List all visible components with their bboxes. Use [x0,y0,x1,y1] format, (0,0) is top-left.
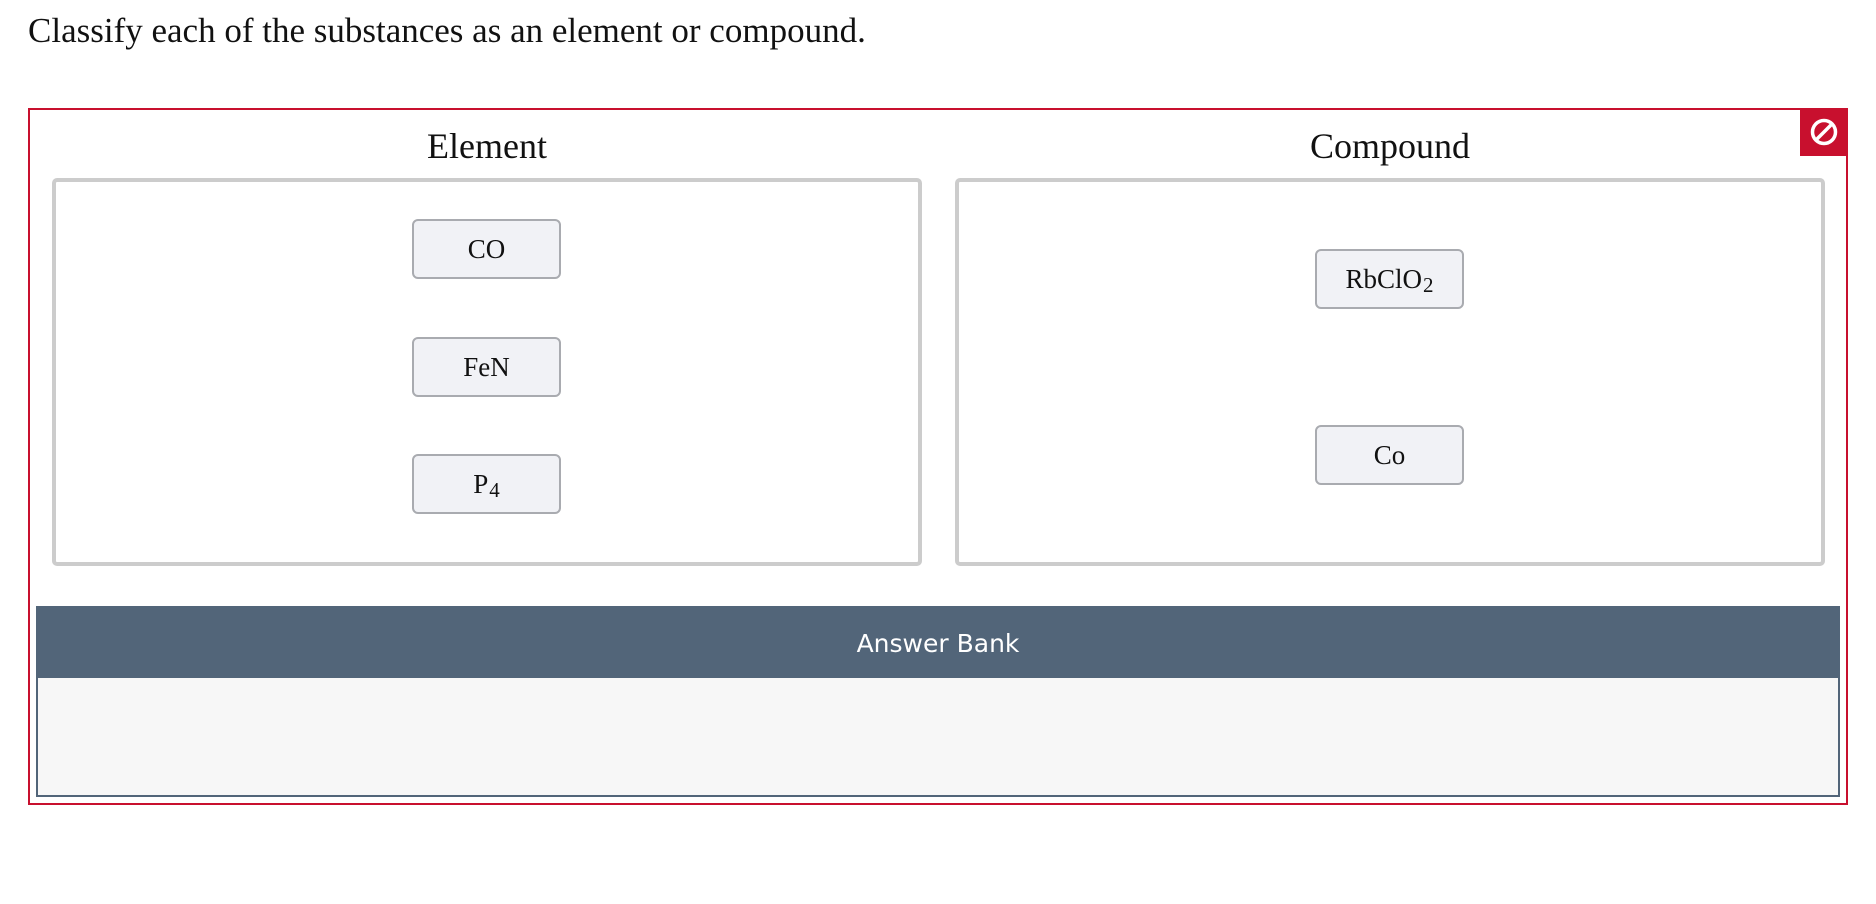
compound-column-title: Compound [1309,126,1470,166]
tile-formula: CO [467,233,506,264]
draggable-tile-rbclo2[interactable]: RbClO 2 [1315,249,1464,309]
answer-bank-drop-zone[interactable] [38,678,1838,795]
compound-drop-zone[interactable]: RbClO 2 Co [955,178,1825,566]
draggable-tile-p4[interactable]: P4 [412,454,561,514]
answer-bank-header: Answer Bank [38,608,1838,678]
draggable-tile-co-cobalt[interactable]: Co [1315,425,1464,485]
tile-subscript: 2 [1423,272,1434,297]
tile-formula: P [473,468,489,499]
draggable-tile-fen[interactable]: FeN [412,337,561,397]
question-prompt: Classify each of the substances as an el… [28,11,866,50]
tile-formula: Co [1373,439,1406,470]
element-column-title: Element [427,126,547,166]
sorting-container: Element Compound CO FeN P4 RbClO 2 Co Ans… [28,108,1848,805]
tile-subscript: 4 [489,477,500,502]
answer-bank[interactable]: Answer Bank [36,606,1840,797]
draggable-tile-co[interactable]: CO [412,219,561,279]
tile-formula: FeN [463,351,510,382]
element-drop-zone[interactable]: CO FeN P4 [52,178,922,566]
tile-formula: RbClO [1345,263,1423,294]
